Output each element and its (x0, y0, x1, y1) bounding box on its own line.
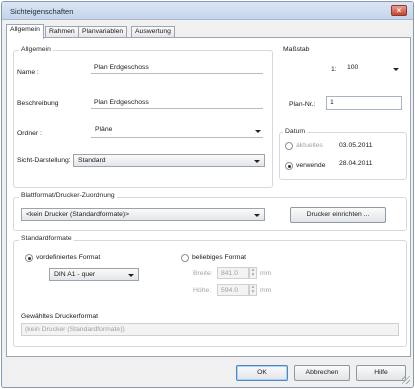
vordefiniert-label: vordefiniertes Format (36, 254, 101, 261)
ordner-value: Pläne (95, 126, 113, 133)
aktuelles-radio[interactable] (285, 142, 293, 150)
title-bar: Sichteigenschaften × (2, 2, 413, 20)
name-value: Plan Erdgeschoss (94, 64, 149, 71)
verwende-value: 28.04.2011 (339, 160, 373, 167)
beliebig-label: beliebiges Format (192, 254, 247, 261)
ordner-label: Ordner : (17, 130, 42, 137)
sicht-value: Standard (78, 157, 106, 164)
chevron-down-icon (254, 213, 260, 217)
drucker-value: <kein Drucker (Standardformate)> (26, 211, 130, 218)
aktuelles-label: aktuelles (296, 142, 323, 149)
plan-nr-value: 1 (330, 99, 334, 106)
drucker-dropdown[interactable]: <kein Drucker (Standardformate)> (21, 208, 265, 221)
breite-unit: mm (260, 270, 272, 277)
hoehe-unit: mm (260, 287, 272, 294)
vordefiniert-radio[interactable] (25, 254, 33, 262)
hoehe-label: Höhe: (193, 287, 212, 294)
ordner-dropdown[interactable]: Pläne (91, 124, 263, 138)
hoehe-input[interactable]: 594.0 (217, 284, 249, 296)
name-input[interactable]: Plan Erdgeschoss (91, 60, 263, 74)
plan-nr-label: Plan-Nr.: (289, 101, 316, 108)
gewaehltes-label: Gewähltes Druckerformat (21, 313, 99, 320)
resize-grip-icon[interactable] (402, 376, 410, 384)
tab-label: Planvariablen (82, 28, 124, 35)
close-icon[interactable]: × (391, 5, 407, 16)
ok-button[interactable]: OK (236, 365, 288, 381)
chevron-down-icon (254, 159, 260, 163)
datum-group (279, 132, 407, 180)
cancel-button[interactable]: Abbrechen (294, 365, 350, 381)
beschreibung-input[interactable]: Plan Erdgeschoss (91, 95, 263, 109)
format-dropdown[interactable]: DIN A1 - quer (49, 268, 139, 281)
massstab-dropdown[interactable]: 100 (343, 62, 401, 75)
standardformate-label: Standardformate (19, 235, 74, 242)
beliebig-radio[interactable] (181, 254, 189, 262)
massstab-prefix: 1: (331, 66, 337, 73)
help-button[interactable]: Hilfe (356, 365, 406, 381)
breite-label: Breite: (193, 270, 213, 277)
tab-label: Rahmen (49, 28, 75, 35)
chevron-down-icon (255, 129, 261, 133)
massstab-value: 100 (347, 64, 359, 71)
aktuelles-value: 03.05.2011 (339, 142, 373, 149)
window-title: Sichteigenschaften (10, 7, 74, 16)
tab-allgemein[interactable]: Allgemein (6, 24, 44, 39)
tab-panel: Allgemein Name : Plan Erdgeschoss Beschr… (6, 37, 411, 357)
gewaehltes-value: (kein Drucker (Standardformate)) (25, 326, 125, 333)
tab-label: Allgemein (10, 26, 40, 33)
allgemein-group-label: Allgemein (19, 46, 53, 53)
beschreibung-label: Beschreibung (17, 100, 59, 107)
sicht-label: Sicht-Darstellung: (17, 157, 71, 164)
verwende-radio[interactable] (285, 162, 293, 170)
hoehe-value: 594.0 (221, 287, 239, 294)
datum-label: Datum (283, 128, 308, 135)
name-label: Name : (17, 69, 39, 76)
breite-input[interactable]: 841.0 (217, 267, 249, 279)
plan-nr-input[interactable]: 1 (326, 96, 402, 110)
tab-label: Auswertung (135, 28, 171, 35)
verwende-date-input[interactable]: 28.04.2011 (336, 158, 402, 171)
chevron-down-icon (393, 67, 399, 71)
format-value: DIN A1 - quer (54, 271, 96, 278)
dialog-window: Sichteigenschaften × Allgemein Rahmen Pl… (1, 1, 414, 388)
beschreibung-value: Plan Erdgeschoss (94, 99, 149, 106)
blattformat-label: Blattformat/Drucker-Zuordnung (19, 192, 117, 199)
sicht-darstellung-dropdown[interactable]: Standard (73, 154, 265, 167)
hoehe-spinner[interactable]: ▲ ▼ (249, 284, 257, 296)
massstab-label: Maßstab (283, 46, 310, 53)
gewaehltes-druckerformat-field: (kein Drucker (Standardformate)) (21, 323, 399, 336)
chevron-down-icon (128, 273, 134, 277)
breite-spinner[interactable]: ▲ ▼ (249, 267, 257, 279)
breite-value: 841.0 (221, 270, 239, 277)
drucker-einrichten-button[interactable]: Drucker einrichten ... (290, 207, 386, 223)
verwende-label: verwende (296, 162, 326, 169)
